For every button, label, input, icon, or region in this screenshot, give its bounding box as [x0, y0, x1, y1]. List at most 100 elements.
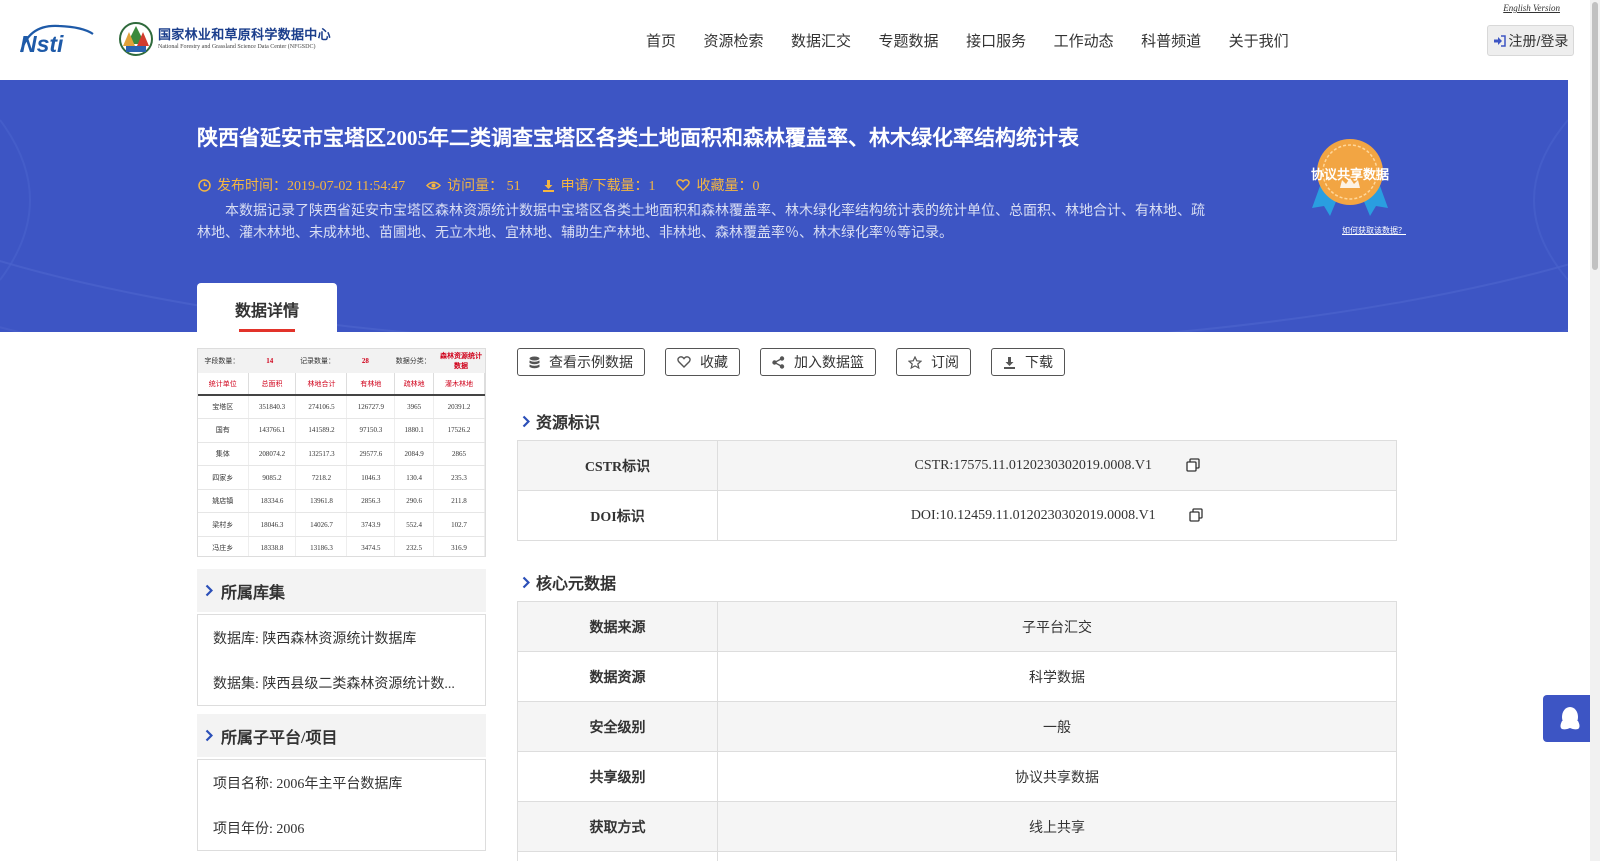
page-scrollbar[interactable]	[1590, 0, 1600, 861]
meta-key	[517, 851, 718, 861]
how-to-get-data-link[interactable]: 如何获取该数据？	[1342, 225, 1406, 236]
doi-label: DOI标识	[517, 490, 718, 541]
library-heading-text: 所属库集	[221, 584, 286, 602]
nav-api-service[interactable]: 接口服务	[966, 30, 1026, 51]
meta-key: 安全级别	[517, 701, 718, 752]
thumb-cell: 130.4	[394, 465, 434, 490]
logo-nsti-text: Nsti	[20, 31, 64, 56]
clock-icon	[198, 178, 211, 192]
nav-about-us[interactable]: 关于我们	[1229, 30, 1289, 51]
thumb-cell: 132517.3	[295, 442, 348, 467]
qq-chat-icon	[1560, 706, 1580, 729]
nsti-logo[interactable]: Nsti	[19, 22, 97, 56]
thumb-category: 森林资源统计数据	[440, 352, 483, 370]
dataset-description: 本数据记录了陕西省延安市宝塔区森林资源统计数据中宝塔区各类土地面积和森林覆盖率、…	[197, 204, 1205, 241]
english-version-link[interactable]: English Version	[1503, 3, 1560, 13]
thumbnail-row: 冯庄乡 18338.8 13186.3 3474.5 232.5 316.9	[198, 536, 485, 556]
meta-key: 获取方式	[517, 801, 718, 852]
thumb-cell: 351840.3	[248, 395, 297, 420]
nav-home[interactable]: 首页	[646, 30, 676, 51]
nav-data-submission[interactable]: 数据汇交	[791, 30, 851, 51]
copy-icon[interactable]	[1189, 508, 1203, 522]
login-register-button[interactable]: 注册/登录	[1487, 25, 1574, 56]
meta-value: 协议共享数据	[717, 751, 1397, 802]
tab-data-details[interactable]: 数据详情	[197, 283, 337, 332]
share-icon	[772, 355, 785, 369]
thumb-field-count-label: 字段数量：	[204, 357, 240, 365]
view-sample-data-button[interactable]: 查看示例数据	[517, 348, 645, 376]
library-database-link[interactable]: 数据库: 陕西森林资源统计数据库	[213, 615, 470, 660]
download-label: 下载	[1025, 356, 1053, 371]
thumb-cell: 274106.5	[295, 395, 348, 420]
thumb-cell: 211.8	[433, 489, 485, 514]
thumb-header: 林地合计	[295, 373, 348, 396]
sample-data-thumbnail[interactable]: 字段数量： 14 记录数量： 28 数据分类： 森林资源统计数据 统计单位 总面…	[197, 348, 486, 557]
scrollbar-thumb[interactable]	[1592, 2, 1598, 270]
platform-heading-text: 所属子平台/项目	[221, 729, 338, 747]
share-level-badge-label: 协议共享数据	[1310, 167, 1389, 182]
thumb-cell: 国有	[198, 418, 249, 443]
thumb-category-label: 数据分类：	[395, 357, 431, 365]
download-button[interactable]: 下载	[991, 348, 1065, 376]
table-row: 数据来源 子平台汇交	[517, 601, 1397, 652]
project-year: 项目年份: 2006	[213, 821, 305, 837]
thumb-cell: 235.3	[433, 465, 485, 490]
copy-icon[interactable]	[1185, 458, 1200, 472]
thumb-cell: 3743.9	[346, 512, 396, 538]
nfgsdc-logo[interactable]: 国家林业和草原科学数据中心 National Forestry and Gras…	[118, 20, 331, 58]
nav-science-channel[interactable]: 科普频道	[1141, 30, 1201, 51]
thumbnail-row: 姚店镇 18334.6 13961.8 2856.3 290.6 211.8	[198, 489, 485, 514]
library-dataset-link[interactable]: 数据集: 陕西县级二类森林资源统计数...	[213, 660, 470, 705]
thumb-cell: 1046.3	[346, 465, 396, 490]
thumb-cell: 7218.2	[295, 465, 348, 490]
core-metadata-table: 数据来源 子平台汇交 数据资源 科学数据 安全级别 一般 共享级别 协议共享数据…	[517, 601, 1397, 861]
thumb-header: 有林地	[346, 373, 396, 396]
thumb-cell: 17526.2	[433, 418, 485, 443]
thumb-cell: 宝塔区	[198, 395, 249, 420]
thumb-cell: 2865	[433, 442, 485, 467]
nav-resource-search[interactable]: 资源检索	[704, 30, 764, 51]
meta-key: 数据来源	[517, 601, 718, 652]
login-register-label: 注册/登录	[1508, 32, 1569, 49]
thumb-cell: 梁村乡	[198, 512, 249, 538]
meta-key: 共享级别	[517, 751, 718, 802]
download-count: 申请/下载量：1	[542, 175, 656, 195]
thumb-header: 统计单位	[198, 373, 249, 396]
favorite-count: 收藏量：0	[676, 175, 759, 195]
thumb-header: 总面积	[248, 373, 297, 396]
star-icon	[908, 355, 922, 369]
thumb-cell: 四家乡	[198, 465, 249, 490]
thumb-cell: 18338.8	[248, 536, 297, 556]
subscribe-button[interactable]: 订阅	[896, 348, 971, 376]
customer-service-button[interactable]	[1543, 695, 1597, 742]
platform-panel: 所属子平台/项目 项目名称: 2006年主平台数据库 项目年份: 2006	[197, 714, 486, 851]
add-to-basket-button[interactable]: 加入数据篮	[760, 348, 876, 376]
thumb-record-count-label: 记录数量：	[300, 357, 336, 365]
thumbnail-row: 国有 143766.1 141589.2 97150.3 1880.1 17526.2	[198, 418, 485, 443]
action-bar: 查看示例数据 收藏 加入数据篮 订阅 下载	[517, 348, 1085, 376]
table-row: CSTR标识 CSTR:17575.11.0120230302019.0008.…	[517, 440, 1397, 491]
thumb-cell: 13961.8	[295, 489, 348, 514]
publish-time-text: 发布时间：2019-07-02 11:54:47	[217, 179, 406, 194]
visit-count-text: 访问量： 51	[447, 179, 521, 194]
thumb-cell: 集体	[198, 442, 249, 467]
thumbnail-row: 宝塔区 351840.3 274106.5 126727.9 3965 20391.2	[198, 395, 485, 420]
project-name-link[interactable]: 项目名称: 2006年主平台数据库	[213, 760, 470, 805]
main-nav: 首页 资源检索 数据汇交 专题数据 接口服务 工作动态 科普频道 关于我们	[646, 30, 1316, 51]
nav-topic-data[interactable]: 专题数据	[879, 30, 939, 51]
thumbnail-row: 四家乡 9085.2 7218.2 1046.3 130.4 235.3	[198, 465, 485, 490]
thumb-cell: 3965	[394, 395, 434, 420]
table-row	[517, 851, 1397, 861]
thumb-cell: 1880.1	[394, 418, 434, 443]
heart-icon	[676, 179, 691, 191]
meta-value	[717, 851, 1397, 861]
favorite-button[interactable]: 收藏	[665, 348, 740, 376]
thumbnail-summary: 字段数量： 14 记录数量： 28 数据分类： 森林资源统计数据	[198, 349, 485, 373]
nav-work-news[interactable]: 工作动态	[1054, 30, 1114, 51]
thumb-cell: 13186.3	[295, 536, 348, 556]
site-header: Nsti 国家林业和草原科学数据中心 National Forestry and…	[0, 0, 1574, 80]
cstr-value: CSTR:17575.11.0120230302019.0008.V1	[914, 457, 1153, 473]
nfgsdc-emblem-icon	[119, 22, 153, 56]
download-count-text: 申请/下载量：1	[560, 179, 656, 194]
visit-count: 访问量： 51	[426, 175, 521, 195]
